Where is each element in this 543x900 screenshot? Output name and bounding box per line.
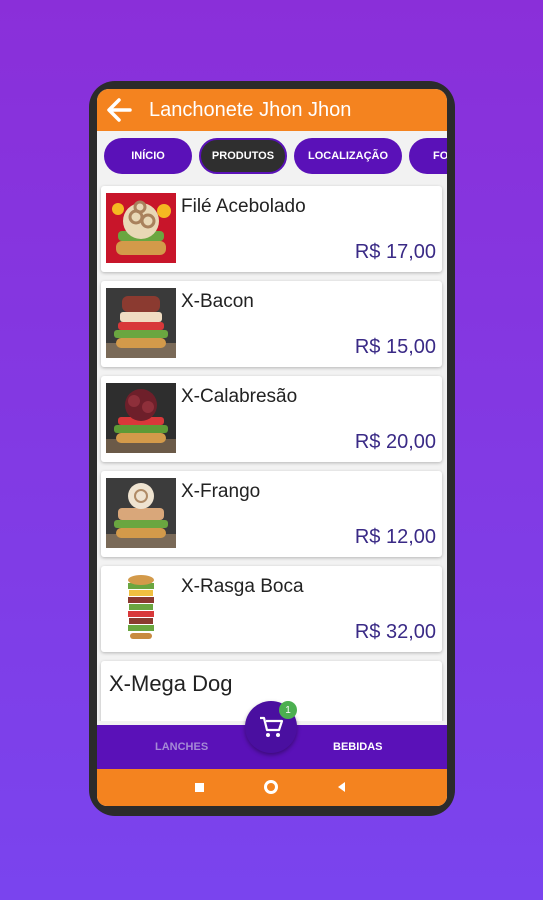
tab-fotos[interactable]: FO — [409, 138, 447, 174]
product-image — [106, 573, 176, 643]
product-card[interactable]: X-Frango R$ 12,00 — [101, 471, 442, 557]
product-name: X-Rasga Boca — [181, 576, 304, 597]
cart-icon — [260, 716, 284, 737]
tab-localizacao[interactable]: LOCALIZAÇÃO — [294, 138, 402, 174]
product-name: X-Frango — [181, 481, 261, 502]
recent-apps-icon[interactable] — [195, 783, 204, 792]
product-card[interactable]: X-Bacon R$ 15,00 — [101, 281, 442, 367]
app-screen: Lanchonete Jhon Jhon INÍCIO PRODUTOS LOC… — [97, 89, 447, 806]
tab-produtos[interactable]: PRODUTOS — [199, 138, 287, 174]
back-icon[interactable] — [338, 782, 345, 792]
product-name: Filé Acebolado — [181, 196, 306, 217]
system-nav-bar — [97, 769, 447, 806]
product-card[interactable]: Filé Acebolado R$ 17,00 — [101, 186, 442, 272]
product-price: R$ 20,00 — [354, 431, 436, 453]
nav-lanches[interactable]: LANCHES — [155, 741, 208, 753]
product-card[interactable]: X-Calabresão R$ 20,00 — [101, 376, 442, 462]
product-price: R$ 17,00 — [354, 241, 436, 263]
product-image — [106, 288, 176, 358]
cart-count-badge: 1 — [279, 701, 297, 719]
category-name: X-Mega Dog — [109, 671, 233, 696]
product-list: Filé Acebolado R$ 17,00 X-Bacon R$ 15,00 — [97, 181, 447, 721]
app-bar: Lanchonete Jhon Jhon — [97, 89, 447, 131]
product-image — [106, 383, 176, 453]
product-card[interactable]: X-Rasga Boca R$ 32,00 — [101, 566, 442, 652]
nav-bebidas[interactable]: BEBIDAS — [333, 741, 383, 753]
product-price: R$ 32,00 — [354, 621, 436, 643]
product-name: X-Bacon — [181, 291, 254, 312]
product-price: R$ 12,00 — [354, 526, 436, 548]
product-image — [106, 478, 176, 548]
back-arrow-icon[interactable] — [105, 95, 135, 125]
product-price: R$ 15,00 — [354, 336, 436, 358]
app-title: Lanchonete Jhon Jhon — [149, 98, 352, 121]
product-name: X-Calabresão — [181, 386, 298, 407]
category-tabs: INÍCIO PRODUTOS LOCALIZAÇÃO FO — [97, 131, 447, 181]
tab-inicio[interactable]: INÍCIO — [104, 138, 192, 174]
product-image — [106, 193, 176, 263]
